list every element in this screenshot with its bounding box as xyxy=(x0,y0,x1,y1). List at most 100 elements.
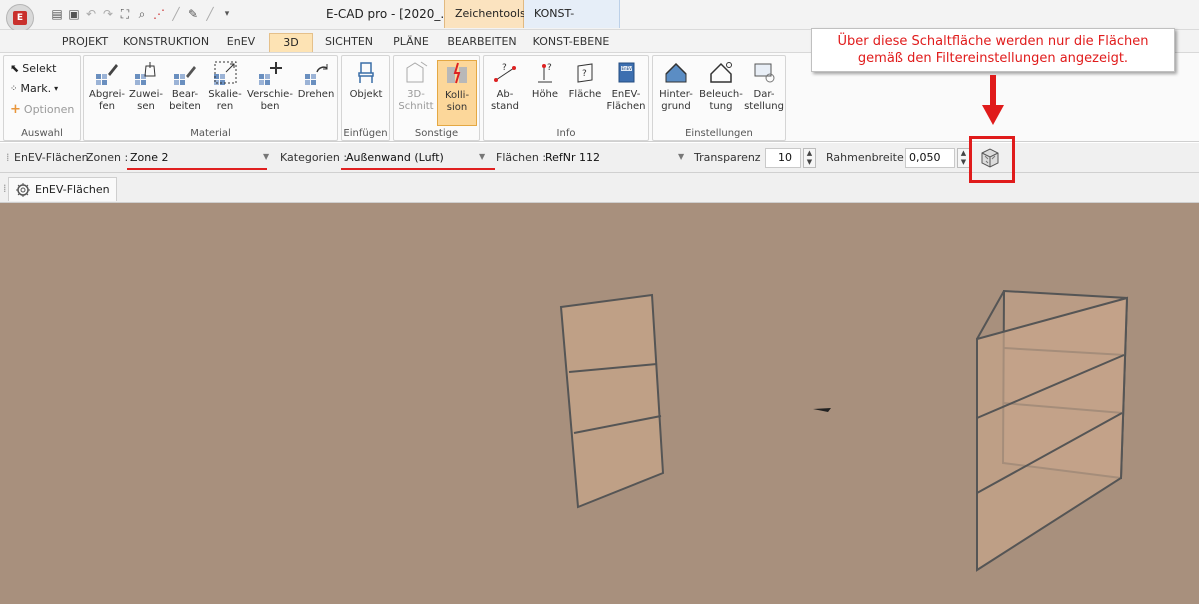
group-label-material: Material xyxy=(190,128,231,139)
beleuchtung-label-1: Beleuch- xyxy=(699,89,743,100)
quick-access-toolbar: ▤ ▣ ↶ ↷ ⛶ ⌕ ⋰ ╱ ✎ ╱ ▾ xyxy=(50,5,234,23)
move-icon xyxy=(259,62,282,85)
transparenz-spinner[interactable]: ▲ ▼ xyxy=(803,148,816,168)
beleuchtung-button[interactable]: Beleuch-tung xyxy=(698,60,744,113)
line-icon[interactable]: ╱ xyxy=(169,7,183,21)
verschieben-label-1: Verschie- xyxy=(247,89,293,100)
title-bar: E ▤ ▣ ↶ ↷ ⛶ ⌕ ⋰ ╱ ✎ ╱ ▾ E-CAD pro - [202… xyxy=(0,0,1199,48)
abgreifen-button[interactable]: Abgrei-fen xyxy=(88,60,126,113)
open-folder-icon[interactable]: ▤ xyxy=(50,7,64,21)
hoehe-button[interactable]: ? Höhe xyxy=(528,60,562,101)
chevron-down-icon[interactable]: ▼ xyxy=(263,152,269,161)
transparenz-label: Transparenz : xyxy=(694,151,768,164)
tab-konstruktion[interactable]: KONSTRUKTION xyxy=(120,33,212,53)
verschieben-button[interactable]: Verschie-ben xyxy=(246,60,294,113)
annotation-callout: Über diese Schaltfläche werden nur die F… xyxy=(811,28,1175,72)
skalieren-button[interactable]: Skalie-ren xyxy=(206,60,244,113)
skalieren-label-1: Skalie- xyxy=(208,89,242,100)
bearbeiten-material-button[interactable]: Bear-beiten xyxy=(166,60,204,113)
tab-konst-ebene[interactable]: KONST-EBENE xyxy=(526,33,616,53)
kategorien-dropdown[interactable]: Außenwand (Luft) xyxy=(343,148,491,168)
mark-button[interactable]: ⁘ Mark. ▾ xyxy=(10,82,58,95)
abstand-button[interactable]: ? Ab-stand xyxy=(486,60,524,113)
optionen-button[interactable]: + Optionen xyxy=(10,102,74,117)
chevron-down-icon[interactable]: ▼ xyxy=(479,152,485,161)
save-icon[interactable]: ▣ xyxy=(67,7,81,21)
context-tab-konst-ebene[interactable]: KONST-EBENE xyxy=(524,0,620,48)
group-material: Abgrei-fen Zuwei-sen Bear-beiten Skalie-… xyxy=(83,55,338,141)
bearbeiten-label-1: Bear- xyxy=(171,89,199,100)
kollision-label-2: sion xyxy=(446,102,468,113)
transparenz-input[interactable]: 10 xyxy=(765,148,801,168)
skalieren-label-2: ren xyxy=(216,101,234,112)
kollision-button[interactable]: Kolli-sion xyxy=(437,60,477,126)
3d-schnitt-button[interactable]: 3D- Schnitt xyxy=(397,60,435,113)
application-menu-button[interactable]: E xyxy=(6,4,34,32)
redo-icon[interactable]: ↷ xyxy=(101,7,115,21)
svg-text:?: ? xyxy=(502,63,507,73)
darstellung-button[interactable]: Dar-stellung xyxy=(744,60,784,113)
gear-icon xyxy=(16,182,30,197)
tab-projekt[interactable]: PROJEKT xyxy=(50,33,120,53)
group-label-info: Info xyxy=(556,128,576,139)
tab-plaene[interactable]: PLÄNE xyxy=(384,33,438,53)
spin-up-icon[interactable]: ▲ xyxy=(958,149,969,158)
svg-text:?: ? xyxy=(547,63,552,73)
hintergrund-label-1: Hinter- xyxy=(659,89,693,100)
selekt-button[interactable]: ⬉ Selekt xyxy=(10,62,56,75)
drehen-button[interactable]: Drehen xyxy=(296,60,336,101)
tab-bearbeiten[interactable]: BEARBEITEN xyxy=(442,33,522,53)
surface-right-wall-front[interactable] xyxy=(976,290,1129,572)
3d-viewport[interactable] xyxy=(0,203,1199,604)
chevron-down-icon[interactable]: ▼ xyxy=(678,152,684,161)
small-object[interactable] xyxy=(813,408,831,412)
rahmenbreite-input[interactable]: 0,050 xyxy=(905,148,955,168)
hintergrund-button[interactable]: Hinter-grund xyxy=(655,60,697,113)
brush-icon[interactable]: ╱ xyxy=(203,7,217,21)
surface-left-wall[interactable] xyxy=(559,293,665,509)
svg-text:EnEV: EnEV xyxy=(622,66,633,71)
panel-grip[interactable]: ⁞ xyxy=(3,182,7,195)
tab-3d[interactable]: 3D xyxy=(269,33,313,53)
distance-icon: ? xyxy=(494,63,516,82)
drehen-label: Drehen xyxy=(297,89,335,100)
undo-icon[interactable]: ↶ xyxy=(84,7,98,21)
darstellung-label-1: Dar- xyxy=(753,89,775,100)
optionen-label: Optionen xyxy=(23,103,75,116)
tab-enev[interactable]: EnEV xyxy=(216,33,266,53)
mark-label: Mark. xyxy=(20,82,52,95)
enev-flaechen-button[interactable]: EnEV EnEV- Flächen xyxy=(606,60,646,113)
app-logo-icon: E xyxy=(13,11,27,25)
window-title: E-CAD pro - [2020_... xyxy=(326,7,452,21)
objekt-button[interactable]: Objekt xyxy=(346,60,386,101)
scale-icon xyxy=(214,61,237,85)
zuweisen-button[interactable]: Zuwei-sen xyxy=(128,60,164,113)
customize-quick-access-icon[interactable]: ▾ xyxy=(220,7,234,21)
tab-sichten[interactable]: SICHTEN xyxy=(318,33,380,53)
annotation-highlight-box xyxy=(969,136,1015,183)
verschieben-label-2: ben xyxy=(260,101,280,112)
eyedropper-icon xyxy=(96,64,118,85)
flaechen-dropdown[interactable]: RefNr 112 xyxy=(542,148,690,168)
spin-up-icon[interactable]: ▲ xyxy=(804,149,815,158)
pen-icon[interactable]: ✎ xyxy=(186,7,200,21)
abgreifen-label-2: fen xyxy=(98,101,115,112)
spin-down-icon[interactable]: ▼ xyxy=(804,158,815,167)
enev-book-icon: EnEV xyxy=(618,62,635,83)
zonen-dropdown[interactable]: Zone 2 xyxy=(127,148,275,168)
tab-enev-flaechen-panel[interactable]: EnEV-Flächen xyxy=(8,177,117,201)
flaeche-button[interactable]: ? Fläche xyxy=(566,60,604,101)
toolbar-grip[interactable]: ⁞ xyxy=(6,151,10,164)
selekt-label: Selekt xyxy=(22,62,57,75)
zoom-extents-icon[interactable]: ⛶ xyxy=(118,7,132,21)
enev-flaechen-label-1: EnEV- xyxy=(611,89,641,100)
kategorien-underline xyxy=(341,168,495,170)
spin-down-icon[interactable]: ▼ xyxy=(958,158,969,167)
flaechen-label: Flächen : xyxy=(496,151,547,164)
context-tab-zeichentools[interactable]: Zeichentools xyxy=(444,0,526,28)
panel-tab-bar: ⁞ EnEV-Flächen xyxy=(0,173,1199,203)
snap-icon[interactable]: ⋰ xyxy=(152,7,166,21)
mark-icon: ⁘ xyxy=(10,83,18,94)
3d-schnitt-label-1: 3D- xyxy=(407,89,425,100)
zoom-icon[interactable]: ⌕ xyxy=(135,7,149,21)
